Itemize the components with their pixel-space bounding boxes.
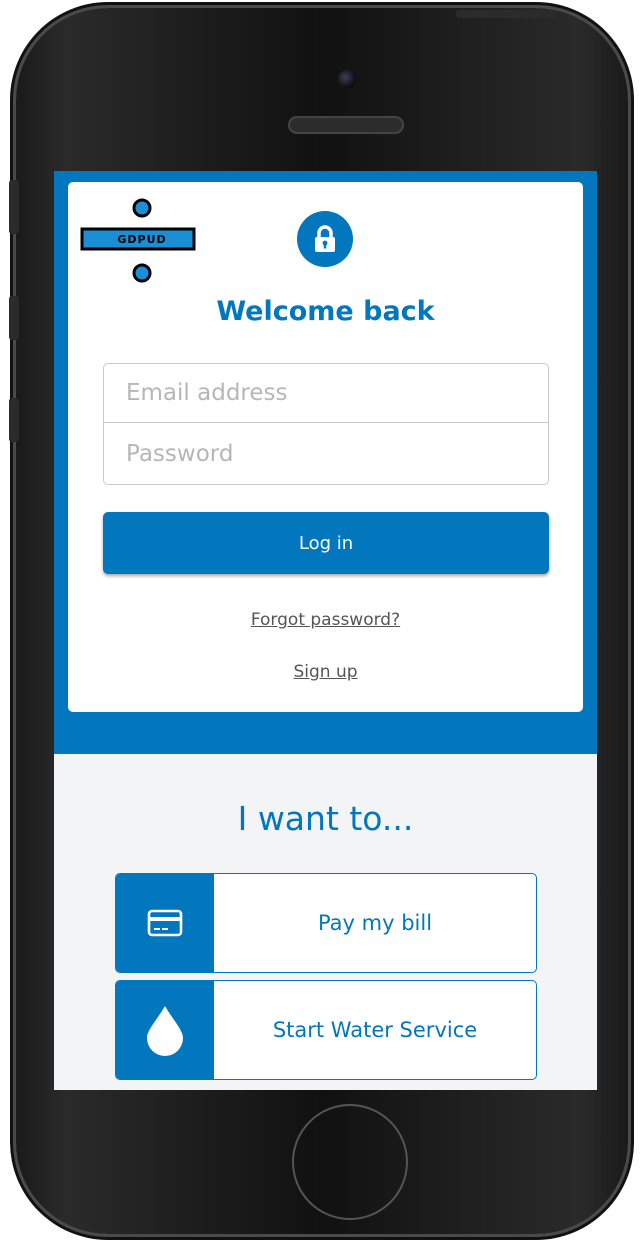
welcome-title: Welcome back	[216, 296, 435, 327]
water-drop-icon	[116, 981, 214, 1079]
earpiece-speaker	[288, 116, 404, 134]
login-card: GDPUD Welcome back Log in Forgot passwor…	[68, 182, 583, 712]
pay-bill-label: Pay my bill	[317, 911, 433, 935]
front-camera	[338, 70, 356, 88]
logo-text: GDPUD	[117, 232, 167, 246]
app-screen: GDPUD Welcome back Log in Forgot passwor…	[54, 171, 597, 1090]
pay-bill-button[interactable]: Pay my bill	[115, 873, 537, 973]
volume-down-button	[9, 398, 19, 442]
lock-icon	[297, 211, 353, 267]
sign-up-link[interactable]: Sign up	[68, 662, 583, 682]
mute-switch	[9, 180, 19, 234]
credit-card-icon	[116, 874, 214, 972]
email-field[interactable]	[104, 364, 548, 423]
power-button	[456, 10, 556, 18]
start-water-service-label: Start Water Service	[272, 1018, 478, 1042]
forgot-password-link[interactable]: Forgot password?	[68, 610, 583, 630]
login-button[interactable]: Log in	[103, 512, 549, 574]
credentials-fields	[103, 363, 549, 485]
start-water-service-button[interactable]: Start Water Service	[115, 980, 537, 1080]
volume-up-button	[9, 296, 19, 340]
home-button[interactable]	[292, 1104, 408, 1220]
password-field[interactable]	[104, 424, 548, 483]
quick-actions-heading: I want to...	[237, 799, 414, 838]
gdpud-logo: GDPUD	[78, 195, 196, 285]
quick-actions-section: I want to... Pay my bill Start Water Ser…	[54, 754, 597, 1090]
